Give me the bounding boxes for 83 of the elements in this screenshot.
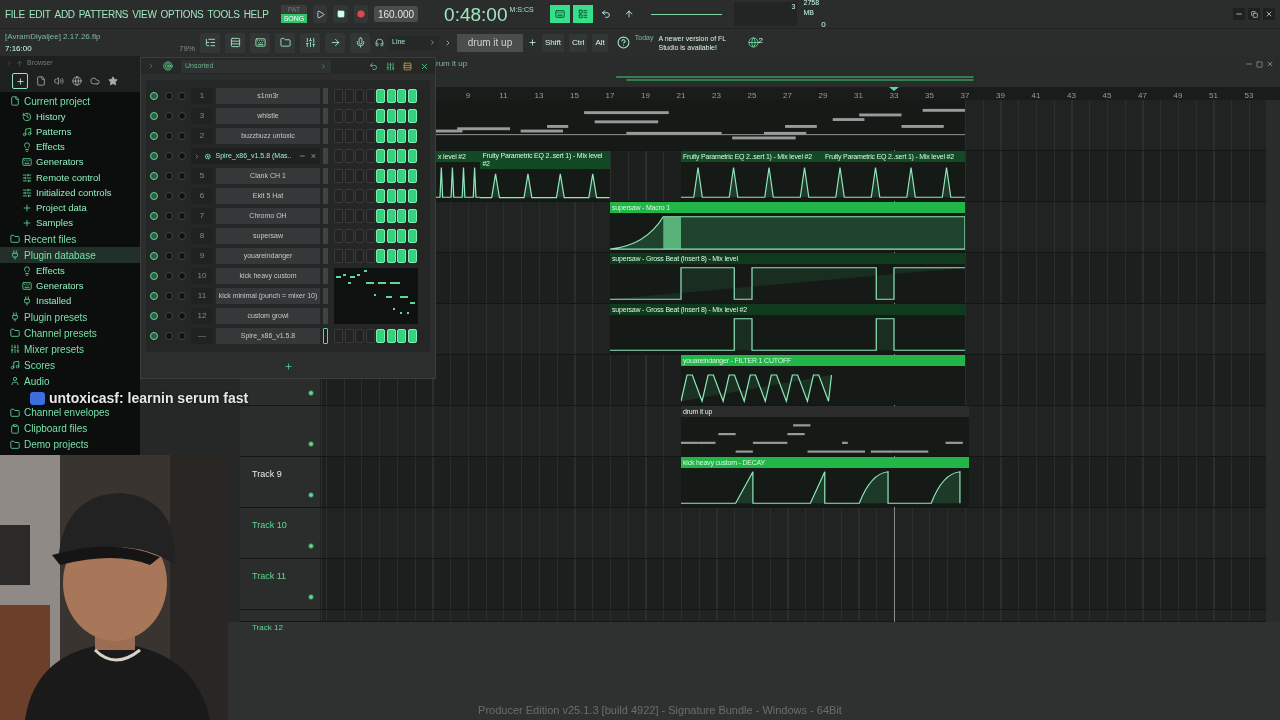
browser-item[interactable]: Remote control [0, 170, 140, 186]
menu-item[interactable]: EDIT [28, 6, 51, 22]
bar-number: 41 [1031, 91, 1041, 100]
browser-item[interactable]: Patterns [0, 124, 140, 140]
modifier-key-button[interactable]: Shift [542, 33, 564, 52]
menu-item[interactable]: FILE [5, 6, 25, 22]
bar-number: 35 [925, 91, 934, 100]
project-file-name: [AvramDiyaljee] 2.17.26.flp [5, 30, 102, 43]
browser-item[interactable]: History [0, 109, 140, 125]
browser-item[interactable]: Samples [0, 215, 140, 232]
bar-number: 9 [465, 91, 471, 100]
bar-number: 29 [818, 91, 828, 100]
bar-number: 37 [960, 91, 970, 100]
browser-item[interactable]: Effects [0, 139, 140, 155]
browser-item[interactable]: Mixer presets [0, 341, 140, 358]
track-name[interactable]: Track 11 [252, 571, 286, 581]
bar-number: 31 [854, 91, 863, 100]
browser-item[interactable]: Installed [0, 293, 140, 310]
browser-item[interactable]: Channel envelopes [0, 404, 140, 421]
modifier-key-button[interactable]: Alt [592, 33, 608, 52]
song-length: 7:16:00 [5, 42, 32, 55]
bar-number: 47 [1138, 91, 1147, 100]
track-name[interactable]: Track 12 [252, 623, 283, 632]
browser-item[interactable]: Channel presets [0, 325, 140, 342]
menu-item[interactable]: VIEW [132, 6, 157, 22]
channel-number[interactable]: 5 [191, 168, 213, 184]
browser-item[interactable]: Effects [0, 263, 140, 279]
menu-item[interactable]: OPTIONS [160, 6, 204, 22]
channel-number[interactable]: 6 [191, 188, 213, 204]
bar-number: 33 [889, 91, 899, 100]
tempo-field[interactable]: 160.000 [373, 6, 419, 22]
bar-number: 53 [1244, 91, 1254, 100]
bar-number: 15 [570, 91, 579, 100]
channel-number[interactable]: 8 [191, 228, 213, 244]
browser-item[interactable]: Recent files [0, 231, 140, 248]
zoom-level: 79% [179, 42, 195, 55]
browser-item[interactable]: Plugin presets [0, 309, 140, 326]
bar-number: 25 [747, 91, 757, 100]
track-name[interactable]: Track 9 [252, 469, 282, 479]
bar-number: 45 [1102, 91, 1112, 100]
bar-number: 21 [676, 91, 686, 100]
bar-number: 19 [641, 91, 650, 100]
channel-number[interactable]: 9 [191, 248, 213, 264]
time-display: 0:48:00 [444, 4, 508, 24]
bar-number: 51 [1209, 91, 1218, 100]
browser-item[interactable]: Generators [0, 154, 140, 171]
bar-number: 39 [996, 91, 1005, 100]
pattern-selector[interactable]: drum it up [457, 33, 523, 52]
channel-number[interactable]: 1 [191, 88, 213, 104]
channel-number[interactable]: 11 [191, 288, 213, 304]
channel-number[interactable]: 10 [191, 268, 213, 284]
bar-number: 11 [499, 91, 508, 100]
menu-item[interactable]: PATTERNS [78, 6, 129, 22]
chat-message: untoxicasf: learnin serum fast [49, 391, 249, 405]
menu-item[interactable]: ADD [54, 6, 75, 22]
bar-number: 13 [534, 91, 544, 100]
browser-item[interactable]: Clipboard files [0, 420, 140, 437]
browser-item[interactable]: Project data [0, 200, 140, 216]
channel-number[interactable]: — [191, 328, 213, 344]
browser-item[interactable]: Generators [0, 278, 140, 294]
menu-item[interactable]: TOOLS [207, 6, 240, 22]
channel-number[interactable]: 2 [191, 128, 213, 144]
channel-number[interactable]: 12 [191, 308, 213, 324]
bar-number: 23 [712, 91, 721, 100]
browser-item[interactable]: Demo projects [0, 436, 140, 453]
browser-item[interactable]: Current project [0, 93, 140, 110]
bar-number: 17 [605, 91, 615, 100]
bar-number: 27 [783, 91, 792, 100]
track-name[interactable]: Track 10 [252, 520, 287, 530]
channel-number[interactable]: 3 [191, 108, 213, 124]
browser-item[interactable]: Audio [0, 373, 140, 390]
browser-item[interactable]: Plugin database [0, 247, 140, 264]
voice-count: 0 [821, 18, 826, 31]
channel-number[interactable]: 7 [191, 208, 213, 224]
bar-number: 43 [1067, 91, 1076, 100]
browser-item[interactable]: Initialized controls [0, 185, 140, 201]
menu-item[interactable]: HELP [243, 6, 269, 22]
playlist-title: rum it up [436, 58, 468, 70]
news-count: 2 [758, 37, 763, 45]
bar-number: 49 [1173, 91, 1183, 100]
version-info: Producer Edition v25.1.3 [build 4922] - Signature Bundle - Windows - 64Bit [478, 702, 842, 718]
browser-item[interactable]: Scores [0, 357, 140, 374]
modifier-key-button[interactable]: Ctrl [569, 33, 588, 52]
